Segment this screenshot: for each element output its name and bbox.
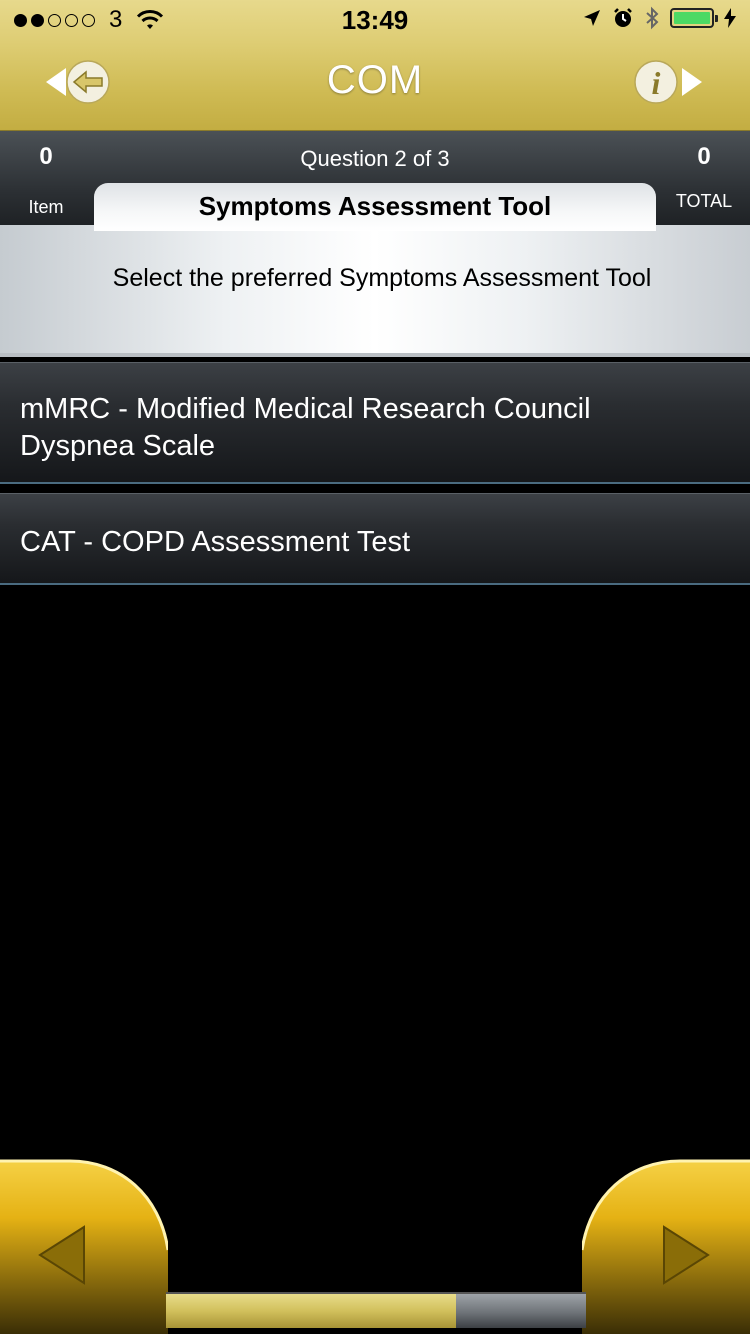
answer-option-label: mMRC - Modified Medical Research Council… bbox=[20, 393, 591, 462]
answer-option-cat[interactable]: CAT - COPD Assessment Test bbox=[0, 493, 750, 585]
battery-icon bbox=[670, 8, 718, 28]
svg-text:i: i bbox=[652, 65, 661, 101]
alarm-icon bbox=[614, 8, 632, 27]
status-icons bbox=[582, 6, 736, 30]
question-counter: Question 2 of 3 bbox=[300, 146, 450, 171]
prev-button[interactable] bbox=[0, 1155, 168, 1334]
charging-bolt-icon bbox=[724, 8, 736, 28]
progress-bar bbox=[166, 1292, 586, 1328]
progress-remaining bbox=[456, 1294, 586, 1328]
question-prompt: Select the preferred Symptoms Assessment… bbox=[112, 264, 652, 292]
answer-option-label: CAT - COPD Assessment Test bbox=[20, 526, 410, 558]
screen: 3 13:49 COM i 0 Question 2 of 3 0 Item T… bbox=[0, 0, 750, 1334]
info-icon[interactable]: i bbox=[634, 60, 704, 104]
location-icon bbox=[584, 10, 600, 26]
question-title: Symptoms Assessment Tool bbox=[198, 191, 552, 221]
header: 3 13:49 COM i bbox=[0, 0, 750, 132]
status-bar: 3 13:49 bbox=[0, 0, 750, 40]
total-label: TOTAL bbox=[675, 191, 733, 211]
next-button[interactable] bbox=[582, 1155, 750, 1334]
progress-fill bbox=[166, 1294, 456, 1328]
answer-option-mmrc[interactable]: mMRC - Modified Medical Research Council… bbox=[0, 362, 750, 484]
bluetooth-icon bbox=[646, 6, 659, 30]
total-score: 0 bbox=[697, 143, 711, 170]
item-label: Item bbox=[28, 197, 64, 217]
